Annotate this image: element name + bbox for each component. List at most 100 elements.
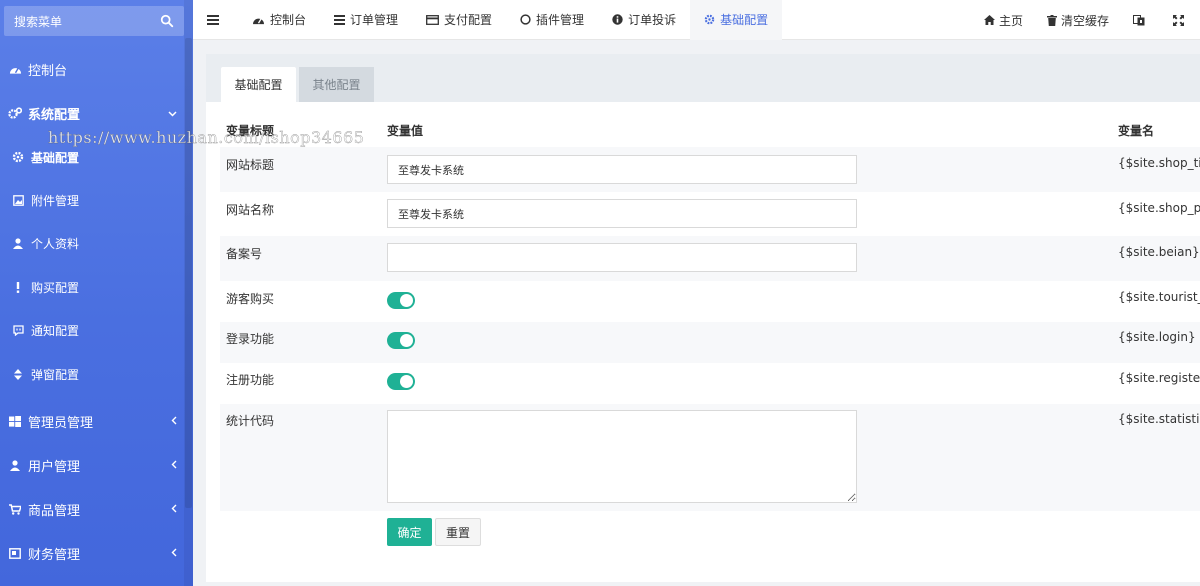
row-variable-name: {$site.register} <box>1118 371 1200 385</box>
search-icon[interactable] <box>160 14 174 28</box>
shop-name-input[interactable] <box>387 199 857 228</box>
config-row-tourist-buy: 游客购买 {$site.tourist_buy} <box>220 281 1200 322</box>
sidebar-subitem-label: 个人资料 <box>31 236 80 251</box>
user-icon <box>8 458 22 472</box>
sidebar-item-finance-manage[interactable]: 财务管理 <box>0 533 193 573</box>
chevron-down-icon <box>168 106 177 120</box>
submit-button[interactable]: 确定 <box>387 518 432 546</box>
sidebar-subitem-label: 通知配置 <box>31 323 80 338</box>
header-variable-title: 变量标题 <box>226 124 275 138</box>
image-icon <box>12 194 24 206</box>
sidebar-subitem-notify-config[interactable]: 通知配置 <box>0 310 193 350</box>
sidebar-item-product-manage[interactable]: 商品管理 <box>0 489 193 529</box>
sidebar-subitem-attachments[interactable]: 附件管理 <box>0 180 193 220</box>
menu-search-box[interactable]: 搜索菜单 <box>4 6 184 36</box>
config-row-statistics: 统计代码 {$site.statistics} <box>220 404 1200 511</box>
shop-title-input[interactable] <box>387 155 857 184</box>
row-variable-name: {$site.shop_title} <box>1118 156 1200 170</box>
config-row-shop-name: 网站名称 {$site.shop_pet} <box>220 192 1200 236</box>
user-icon <box>12 237 24 249</box>
tab-other-config[interactable]: 其他配置 <box>299 67 374 102</box>
row-variable-name: {$site.tourist_buy} <box>1118 290 1200 304</box>
beian-input[interactable] <box>387 243 857 272</box>
top-right-actions: 主页 清空缓存 <box>972 0 1200 40</box>
sidebar-subitem-profile[interactable]: 个人资料 <box>0 223 193 263</box>
row-variable-name: {$site.login} <box>1118 330 1196 344</box>
sidebar-item-admin-manage[interactable]: 管理员管理 <box>0 401 193 441</box>
row-label: 登录功能 <box>226 332 275 346</box>
register-toggle[interactable] <box>387 373 415 390</box>
row-label: 注册功能 <box>226 373 275 387</box>
row-variable-name: {$site.shop_pet} <box>1118 201 1200 215</box>
row-label: 统计代码 <box>226 414 275 428</box>
clear-cache-button[interactable]: 清空缓存 <box>1035 12 1121 29</box>
sidebar-subitem-popup-config[interactable]: 弹窗配置 <box>0 354 193 394</box>
row-label: 游客购买 <box>226 292 275 306</box>
sidebar-item-label: 财务管理 <box>28 547 81 563</box>
top-nav-complaints[interactable]: 订单投诉 <box>598 0 690 40</box>
hamburger-icon <box>207 14 219 25</box>
top-nav-label: 插件管理 <box>536 13 585 27</box>
info-icon <box>612 14 623 25</box>
row-label: 网站名称 <box>226 203 275 217</box>
sidebar-scrollbar[interactable] <box>184 0 193 586</box>
chevron-left-icon <box>171 546 177 560</box>
sidebar-item-system-config[interactable]: 系统配置 <box>0 93 193 133</box>
top-nav-plugins[interactable]: 插件管理 <box>506 0 598 40</box>
cart-icon <box>8 502 22 516</box>
fullscreen-button[interactable] <box>1161 14 1200 26</box>
top-nav-label: 基础配置 <box>720 13 769 27</box>
home-link[interactable]: 主页 <box>972 12 1035 29</box>
list-icon <box>334 14 346 25</box>
sidebar-subitem-purchase-config[interactable]: 购买配置 <box>0 267 193 307</box>
sidebar-item-label: 控制台 <box>28 63 68 79</box>
login-toggle[interactable] <box>387 332 415 349</box>
credit-card-icon <box>426 14 439 25</box>
sidebar-subitem-label: 附件管理 <box>31 193 80 208</box>
sidebar-subitem-basic-config[interactable]: 基础配置 <box>0 137 193 177</box>
row-label: 备案号 <box>226 247 263 261</box>
top-nav-label: 控制台 <box>270 13 307 27</box>
sidebar-item-dashboard[interactable]: 控制台 <box>0 49 193 89</box>
config-row-shop-title: 网站标题 {$site.shop_title} <box>220 147 1200 192</box>
gear-icon <box>12 151 24 163</box>
book-icon <box>8 546 22 560</box>
sidebar-item-label: 用户管理 <box>28 459 81 475</box>
cogs-icon <box>8 106 22 120</box>
top-nav-label: 订单管理 <box>350 13 399 27</box>
header-variable-name: 变量名 <box>1118 124 1155 138</box>
top-nav-payment[interactable]: 支付配置 <box>412 0 506 40</box>
translate-icon <box>1133 14 1145 25</box>
windows-icon <box>8 414 22 428</box>
tourist-buy-toggle[interactable] <box>387 292 415 309</box>
top-nav: 控制台 订单管理 支付配置 插件管理 订单投诉 基础配置 <box>193 0 783 40</box>
sidebar-scrollbar-thumb[interactable] <box>185 38 192 508</box>
header-variable-value: 变量值 <box>387 124 424 138</box>
row-label: 网站标题 <box>226 158 275 172</box>
sidebar-item-label: 管理员管理 <box>28 415 94 431</box>
top-nav-dashboard[interactable]: 控制台 <box>238 0 320 40</box>
menu-toggle-button[interactable] <box>193 0 238 40</box>
row-variable-name: {$site.beian} <box>1118 245 1200 259</box>
language-button[interactable] <box>1121 14 1161 26</box>
top-nav-orders[interactable]: 订单管理 <box>320 0 412 40</box>
statistics-code-textarea[interactable] <box>387 410 857 503</box>
config-row-register: 注册功能 {$site.register} <box>220 363 1200 404</box>
config-row-beian: 备案号 {$site.beian} <box>220 236 1200 281</box>
sidebar-item-user-manage[interactable]: 用户管理 <box>0 445 193 485</box>
home-icon <box>983 15 995 25</box>
fullscreen-icon <box>1173 14 1184 26</box>
reset-button[interactable]: 重置 <box>435 518 481 546</box>
clear-cache-label: 清空缓存 <box>1060 13 1109 28</box>
dashboard-icon <box>8 62 22 76</box>
top-nav-basic-config[interactable]: 基础配置 <box>690 0 783 40</box>
sidebar-subitem-label: 购买配置 <box>31 280 80 295</box>
tab-basic-config[interactable]: 基础配置 <box>221 67 296 102</box>
sidebar-subitem-label: 基础配置 <box>31 150 80 165</box>
gear-icon <box>704 14 715 25</box>
home-label: 主页 <box>998 13 1023 28</box>
message-icon <box>12 324 24 336</box>
sidebar-subitem-label: 弹窗配置 <box>31 367 80 382</box>
sidebar-item-label: 系统配置 <box>28 107 81 123</box>
config-row-login: 登录功能 {$site.login} <box>220 322 1200 363</box>
